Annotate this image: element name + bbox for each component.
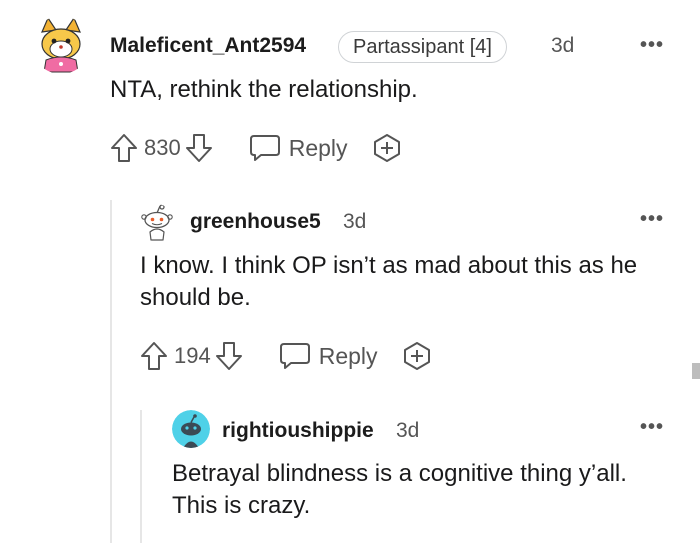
comment-1-score: 830 [144,135,181,160]
downvote-icon[interactable] [215,341,243,371]
thread-line-2[interactable] [140,410,142,543]
avatar-rightioushippie[interactable] [172,410,210,448]
avatar-maleficent[interactable] [32,16,90,74]
comment-1-flair: Partassipant [4] [338,31,507,63]
comment-3-more-options-icon[interactable]: ••• [640,417,664,437]
comment-1-timestamp: 3d [551,34,575,57]
comment-2-reply-button[interactable]: Reply [279,342,378,370]
award-plus-icon[interactable] [402,341,432,371]
thread-line-1[interactable] [110,200,112,543]
avatar-greenhouse5[interactable] [140,204,174,242]
comment-2-username[interactable]: greenhouse5 [190,210,321,234]
comment-3-body: Betrayal blindness is a cognitive thing … [172,460,627,519]
comment-3-timestamp: 3d [396,419,420,442]
comment-2-body: I know. I think OP isn’t as mad about th… [140,252,638,311]
comment-2-timestamp: 3d [343,210,367,233]
reply-label: Reply [288,134,348,161]
comment-1-username[interactable]: Maleficent_Ant2594 [110,34,306,58]
award-plus-icon[interactable] [372,133,402,163]
comment-1-actions: 830 Reply [110,133,402,163]
comment-1-more-options-icon[interactable]: ••• [640,35,664,55]
upvote-icon[interactable] [110,133,138,163]
comment-2-more-options-icon[interactable]: ••• [640,209,664,229]
reply-bubble-icon [279,342,311,370]
reply-label: Reply [318,342,378,369]
comment-3-username[interactable]: rightioushippie [222,419,374,443]
comment-2-score: 194 [174,343,211,368]
comment-2-actions: 194 Reply [140,341,432,371]
downvote-icon[interactable] [185,133,213,163]
upvote-icon[interactable] [140,341,168,371]
comment-1-reply-button[interactable]: Reply [249,134,348,162]
comment-1-body: NTA, rethink the relationship. [110,76,418,103]
scrollbar-thumb[interactable] [692,363,700,379]
reply-bubble-icon [249,134,281,162]
